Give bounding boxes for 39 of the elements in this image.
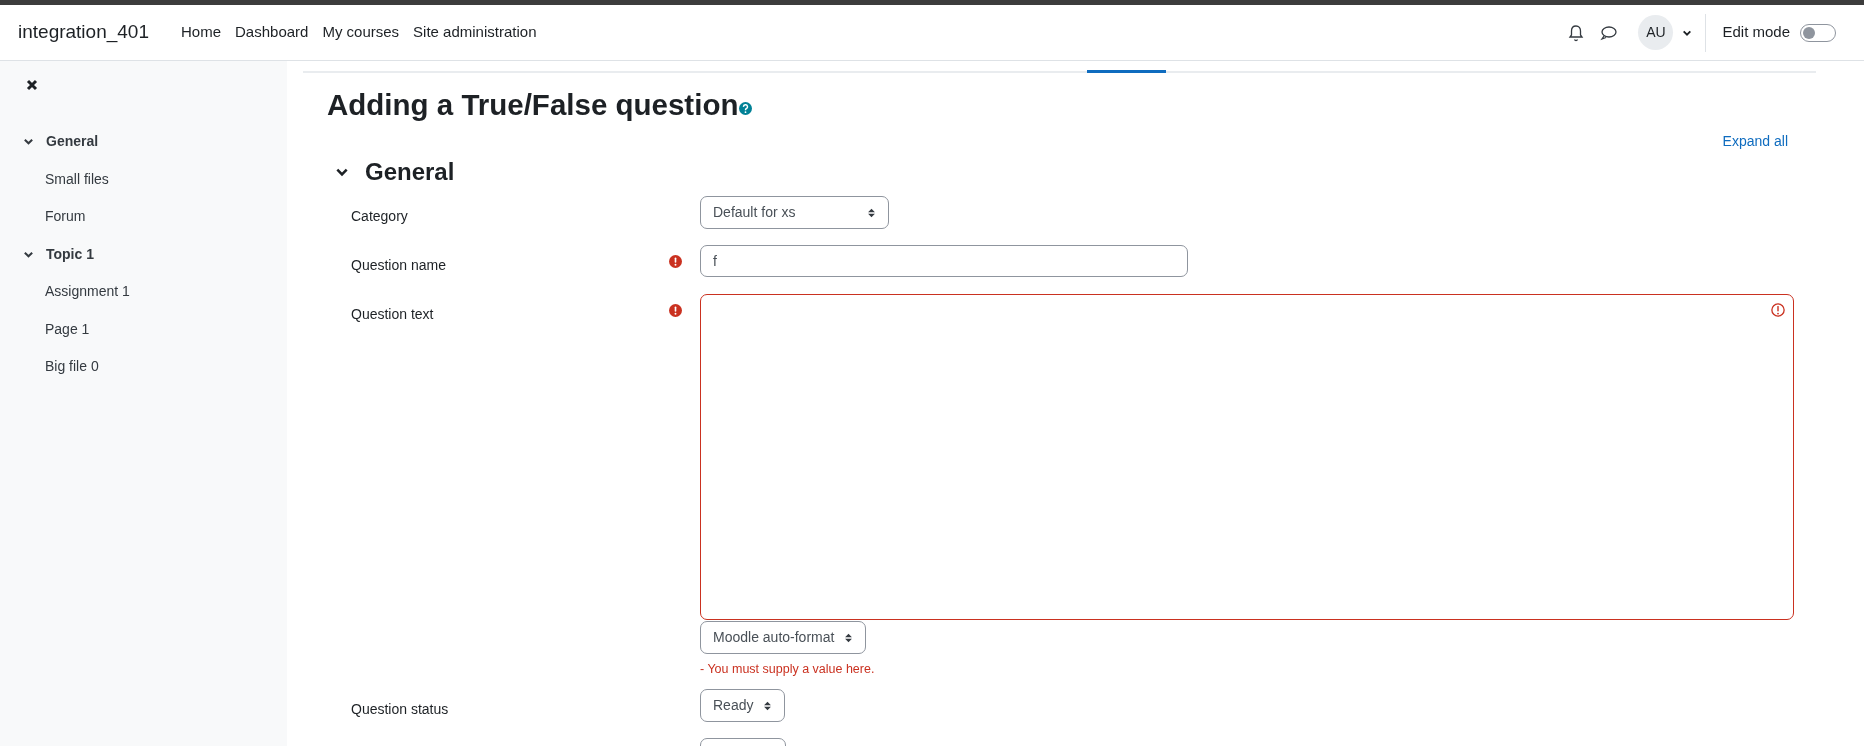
sidebar-item[interactable]: Forum bbox=[45, 206, 86, 228]
chevron-down-icon[interactable] bbox=[23, 136, 34, 148]
text-editor-field[interactable] bbox=[700, 294, 1794, 621]
up-down-arrows-icon bbox=[763, 699, 773, 712]
required-icon bbox=[669, 304, 682, 318]
up-down-arrows-icon bbox=[867, 206, 876, 219]
field-label: Category bbox=[351, 208, 408, 225]
select-field[interactable]: Default for xs bbox=[700, 196, 889, 230]
sidebar-item[interactable]: Assignment 1 bbox=[45, 281, 130, 303]
select-field[interactable]: Ready bbox=[700, 689, 786, 722]
site-name-link[interactable]: integration_401 bbox=[18, 18, 149, 47]
field-label: Question text bbox=[351, 306, 434, 323]
user-avatar-button[interactable]: AU bbox=[1638, 15, 1674, 50]
up-down-arrows-icon bbox=[844, 631, 854, 644]
nav-link[interactable]: My courses bbox=[315, 21, 407, 44]
sidebar-item[interactable]: Page 1 bbox=[45, 318, 90, 340]
edit-mode-label: Edit mode bbox=[1722, 22, 1790, 43]
format-select[interactable]: Moodle auto-format bbox=[700, 621, 867, 655]
close-icon[interactable] bbox=[26, 79, 38, 91]
sidebar-section-link[interactable]: General bbox=[46, 131, 99, 153]
help-icon[interactable] bbox=[739, 101, 753, 115]
expand-all-link[interactable]: Expand all bbox=[1722, 131, 1788, 153]
nav-link[interactable]: Site administration bbox=[406, 21, 544, 44]
required-icon bbox=[669, 255, 682, 269]
notification-bell-icon[interactable] bbox=[1568, 23, 1585, 42]
error-icon bbox=[1771, 303, 1785, 318]
section-heading[interactable]: General bbox=[365, 154, 455, 191]
sidebar-item[interactable]: Small files bbox=[45, 168, 109, 190]
nav-link[interactable]: Home bbox=[174, 21, 228, 44]
sidebar-item[interactable]: Big file 0 bbox=[45, 356, 99, 378]
error-message: - You must supply a value here. bbox=[700, 661, 875, 679]
text-field[interactable]: f bbox=[700, 245, 1188, 278]
sidebar-section-link[interactable]: Topic 1 bbox=[46, 243, 94, 265]
chat-bubble-icon[interactable] bbox=[1600, 24, 1618, 41]
nav-link[interactable]: Dashboard bbox=[228, 21, 316, 44]
edit-mode-toggle[interactable] bbox=[1800, 23, 1836, 42]
field-label: Question status bbox=[351, 701, 449, 717]
field-label: Question name bbox=[351, 257, 446, 274]
page-title: Adding a True/False question bbox=[327, 87, 739, 123]
